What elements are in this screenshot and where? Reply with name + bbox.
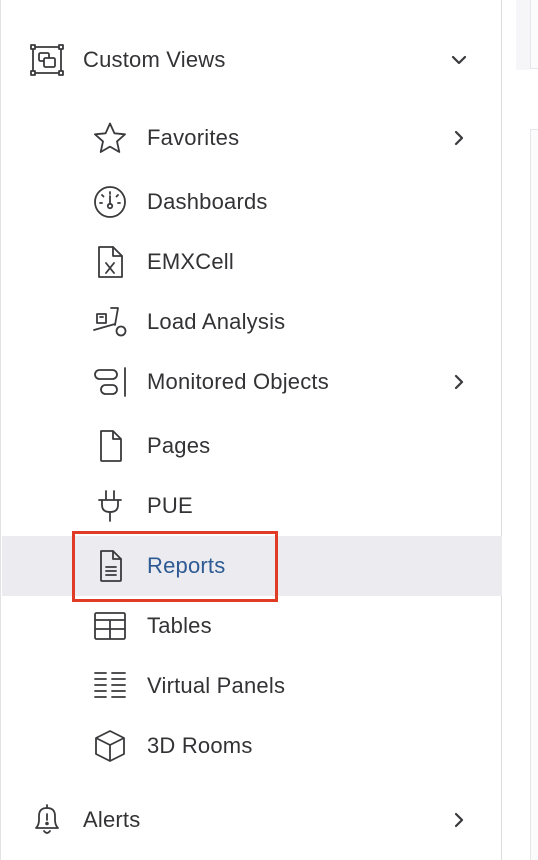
chevron-right-icon[interactable] — [448, 809, 470, 831]
bell-icon — [29, 802, 65, 838]
sidebar-item-label: Dashboards — [147, 189, 268, 214]
star-icon — [92, 120, 128, 156]
content-pane-edge — [502, 0, 538, 860]
sidebar-group-custom-views[interactable]: Custom Views — [2, 28, 502, 92]
sidebar-item-label: Virtual Panels — [147, 673, 286, 698]
sidebar-item-pue[interactable]: PUE — [2, 476, 502, 536]
navigation-sidebar: Custom Views Favorites Dashboards EMXCel… — [0, 0, 502, 860]
monitored-objects-icon — [92, 364, 128, 400]
gauge-icon — [92, 184, 128, 220]
sidebar-item-label: Tables — [147, 613, 212, 638]
sidebar-item-label: EMXCell — [147, 249, 234, 274]
custom-views-icon — [29, 42, 65, 78]
sidebar-item-favorites[interactable]: Favorites — [2, 108, 502, 168]
sidebar-item-reports[interactable]: Reports — [2, 536, 502, 596]
sidebar-item-label: 3D Rooms — [147, 733, 253, 758]
sidebar-item-label: Load Analysis — [147, 309, 286, 334]
sidebar-item-monitored-objects[interactable]: Monitored Objects — [2, 352, 502, 412]
sidebar-item-3d-rooms[interactable]: 3D Rooms — [2, 716, 502, 776]
sidebar-item-pages[interactable]: Pages — [2, 416, 502, 476]
sidebar-item-emxcell[interactable]: EMXCell — [2, 232, 502, 292]
sidebar-group-label: Custom Views — [83, 47, 226, 72]
sidebar-item-tables[interactable]: Tables — [2, 596, 502, 656]
sidebar-item-alerts[interactable]: Alerts — [2, 790, 502, 850]
plug-icon — [92, 488, 128, 524]
hand-truck-icon — [92, 304, 128, 340]
cube-icon — [92, 728, 128, 764]
table-icon — [92, 608, 128, 644]
sidebar-item-label: Monitored Objects — [147, 369, 329, 394]
chevron-right-icon[interactable] — [448, 127, 470, 149]
sidebar-item-label: Pages — [147, 433, 211, 458]
report-icon — [92, 548, 128, 584]
chevron-right-icon[interactable] — [448, 371, 470, 393]
page-icon — [92, 428, 128, 464]
sidebar-item-load-analysis[interactable]: Load Analysis — [2, 292, 502, 352]
sidebar-item-dashboards[interactable]: Dashboards — [2, 172, 502, 232]
sidebar-item-label: Alerts — [83, 807, 141, 832]
sidebar-item-virtual-panels[interactable]: Virtual Panels — [2, 656, 502, 716]
sidebar-item-label: Favorites — [147, 125, 240, 150]
virtual-panels-icon — [92, 668, 128, 704]
chevron-down-icon[interactable] — [448, 49, 470, 71]
sidebar-item-label: Reports — [147, 553, 226, 578]
content-card-band — [530, 68, 538, 130]
sidebar-item-label: PUE — [147, 493, 193, 518]
spreadsheet-file-icon — [92, 244, 128, 280]
